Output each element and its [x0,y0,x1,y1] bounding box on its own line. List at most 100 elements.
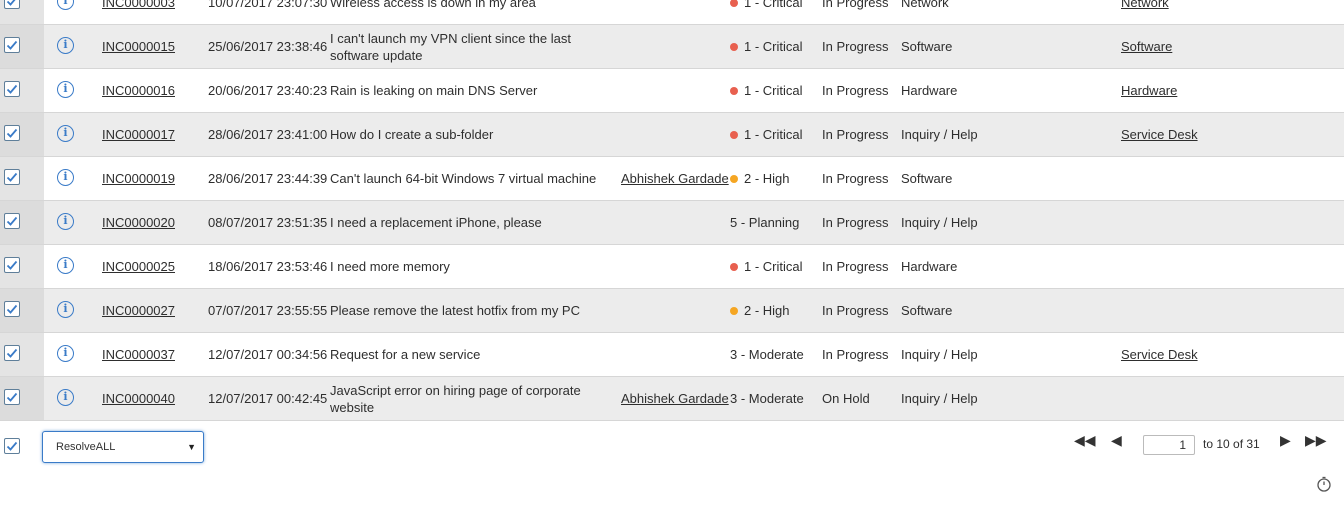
info-icon[interactable]: i [57,301,74,318]
row-checkbox[interactable] [4,389,20,405]
row-checkbox[interactable] [4,213,20,229]
incident-number-link[interactable]: INC0000017 [102,113,175,156]
incident-number-link[interactable]: INC0000040 [102,377,175,420]
dropdown-arrow-icon: ▼ [187,442,196,452]
priority-label: 1 - Critical [744,127,803,142]
row-select-cell [0,333,44,376]
page-number-input[interactable]: 1 [1143,435,1195,455]
table-row[interactable]: i INC0000003 10/07/2017 23:07:30 Wireless a… [0,0,1344,25]
incident-number-link[interactable]: INC0000020 [102,201,175,244]
priority-dot-icon [730,262,738,271]
table-row[interactable]: i INC0000020 08/07/2017 23:51:35 I need a r… [0,201,1344,245]
priority-dot-icon [730,130,738,139]
incident-number-link[interactable]: INC0000037 [102,333,175,376]
info-icon[interactable]: i [57,257,74,274]
table-row[interactable]: i INC0000040 12/07/2017 00:42:45 JavaScript… [0,377,1344,421]
info-icon[interactable]: i [57,169,74,186]
table-row[interactable]: i INC0000015 25/06/2017 23:38:46 I can't la… [0,25,1344,69]
priority: 1 - Critical [730,0,803,24]
opened-date: 12/07/2017 00:42:45 [208,391,328,406]
category: Software [901,303,953,318]
caller-link[interactable]: Abhishek Gardade [621,157,729,200]
info-icon[interactable]: i [57,37,74,54]
info-icon[interactable]: i [57,81,74,98]
row-checkbox[interactable] [4,257,20,273]
prev-page-icon[interactable]: ◀ [1111,433,1122,447]
short-description: How do I create a sub-folder [330,127,494,142]
opened-date: 25/06/2017 23:38:46 [208,39,328,54]
opened-date: 10/07/2017 23:07:30 [208,0,328,10]
incident-number-link[interactable]: INC0000019 [102,157,175,200]
row-checkbox[interactable] [4,301,20,317]
short-description: I can't launch my VPN client since the l… [330,30,571,63]
table-row[interactable]: i INC0000025 18/06/2017 23:53:46 I need mor… [0,245,1344,289]
list-footer: ResolveALL ▼ ◀◀ ◀ 1 to 10 of 31 ▶ ▶▶ [0,425,1344,470]
priority: 2 - High [730,157,790,200]
table-row[interactable]: i INC0000017 28/06/2017 23:41:00 How do I c… [0,113,1344,157]
state: In Progress [822,127,889,142]
select-all-checkbox[interactable] [4,438,20,454]
assignment-group-link[interactable]: Hardware [1121,69,1177,112]
category: Hardware [901,83,958,98]
row-select-cell [0,289,44,332]
row-checkbox[interactable] [4,0,20,9]
state: In Progress [822,215,889,230]
table-row[interactable]: i INC0000016 20/06/2017 23:40:23 Rain is le… [0,69,1344,113]
assignment-group-link[interactable]: Software [1121,25,1172,68]
state: In Progress [822,39,889,54]
info-icon[interactable]: i [57,213,74,230]
bulk-action-select[interactable]: ResolveALL ▼ [42,431,204,463]
check-icon [6,348,18,358]
priority-label: 3 - Moderate [730,391,804,406]
row-checkbox[interactable] [4,169,20,185]
row-checkbox[interactable] [4,345,20,361]
priority: 2 - High [730,289,790,332]
info-icon[interactable]: i [57,125,74,142]
priority: 1 - Critical [730,245,803,288]
check-icon [6,216,18,226]
table-row[interactable]: i INC0000019 28/06/2017 23:44:39 Can't laun… [0,157,1344,201]
info-icon[interactable]: i [57,0,74,10]
incident-number-link[interactable]: INC0000027 [102,289,175,332]
assignment-group-link[interactable]: Network [1121,0,1169,24]
page-range-text: to 10 of 31 [1203,437,1260,451]
category: Inquiry / Help [901,127,978,142]
short-description: Please remove the latest hotfix from my … [330,303,580,318]
state: In Progress [822,347,889,362]
row-checkbox[interactable] [4,37,20,53]
caller-link[interactable]: Abhishek Gardade [621,377,729,420]
last-page-icon[interactable]: ▶▶ [1305,433,1327,447]
assignment-group-link[interactable]: Service Desk [1121,113,1198,156]
row-checkbox[interactable] [4,125,20,141]
row-checkbox[interactable] [4,81,20,97]
table-row[interactable]: i INC0000037 12/07/2017 00:34:56 Request fo… [0,333,1344,377]
short-description: JavaScript error on hiring page of corpo… [330,382,581,415]
category: Hardware [901,259,958,274]
incident-number-link[interactable]: INC0000016 [102,69,175,112]
incident-number-link[interactable]: INC0000025 [102,245,175,288]
check-icon [6,128,18,138]
assignment-group-link[interactable]: Service Desk [1121,333,1198,376]
state: In Progress [822,171,889,186]
short-description: Rain is leaking on main DNS Server [330,83,538,98]
incident-number-link[interactable]: INC0000015 [102,25,175,68]
first-page-icon[interactable]: ◀◀ [1074,433,1096,447]
opened-date: 18/06/2017 23:53:46 [208,259,328,274]
info-icon[interactable]: i [57,389,74,406]
incident-number-link[interactable]: INC0000003 [102,0,175,24]
short-description: Wireless access is down in my area [330,0,536,10]
opened-date: 07/07/2017 23:55:55 [208,303,328,318]
category: Network [901,0,949,10]
table-row[interactable]: i INC0000027 07/07/2017 23:55:55 Please rem… [0,289,1344,333]
priority: 3 - Moderate [730,377,804,420]
stopwatch-icon[interactable] [1316,476,1332,492]
priority: 1 - Critical [730,113,803,156]
category: Software [901,39,953,54]
check-icon [6,84,18,94]
priority-label: 1 - Critical [744,0,803,10]
row-select-cell [0,113,44,156]
opened-date: 28/06/2017 23:44:39 [208,171,328,186]
info-icon[interactable]: i [57,345,74,362]
next-page-icon[interactable]: ▶ [1280,433,1291,447]
priority-dot-icon [730,86,738,95]
